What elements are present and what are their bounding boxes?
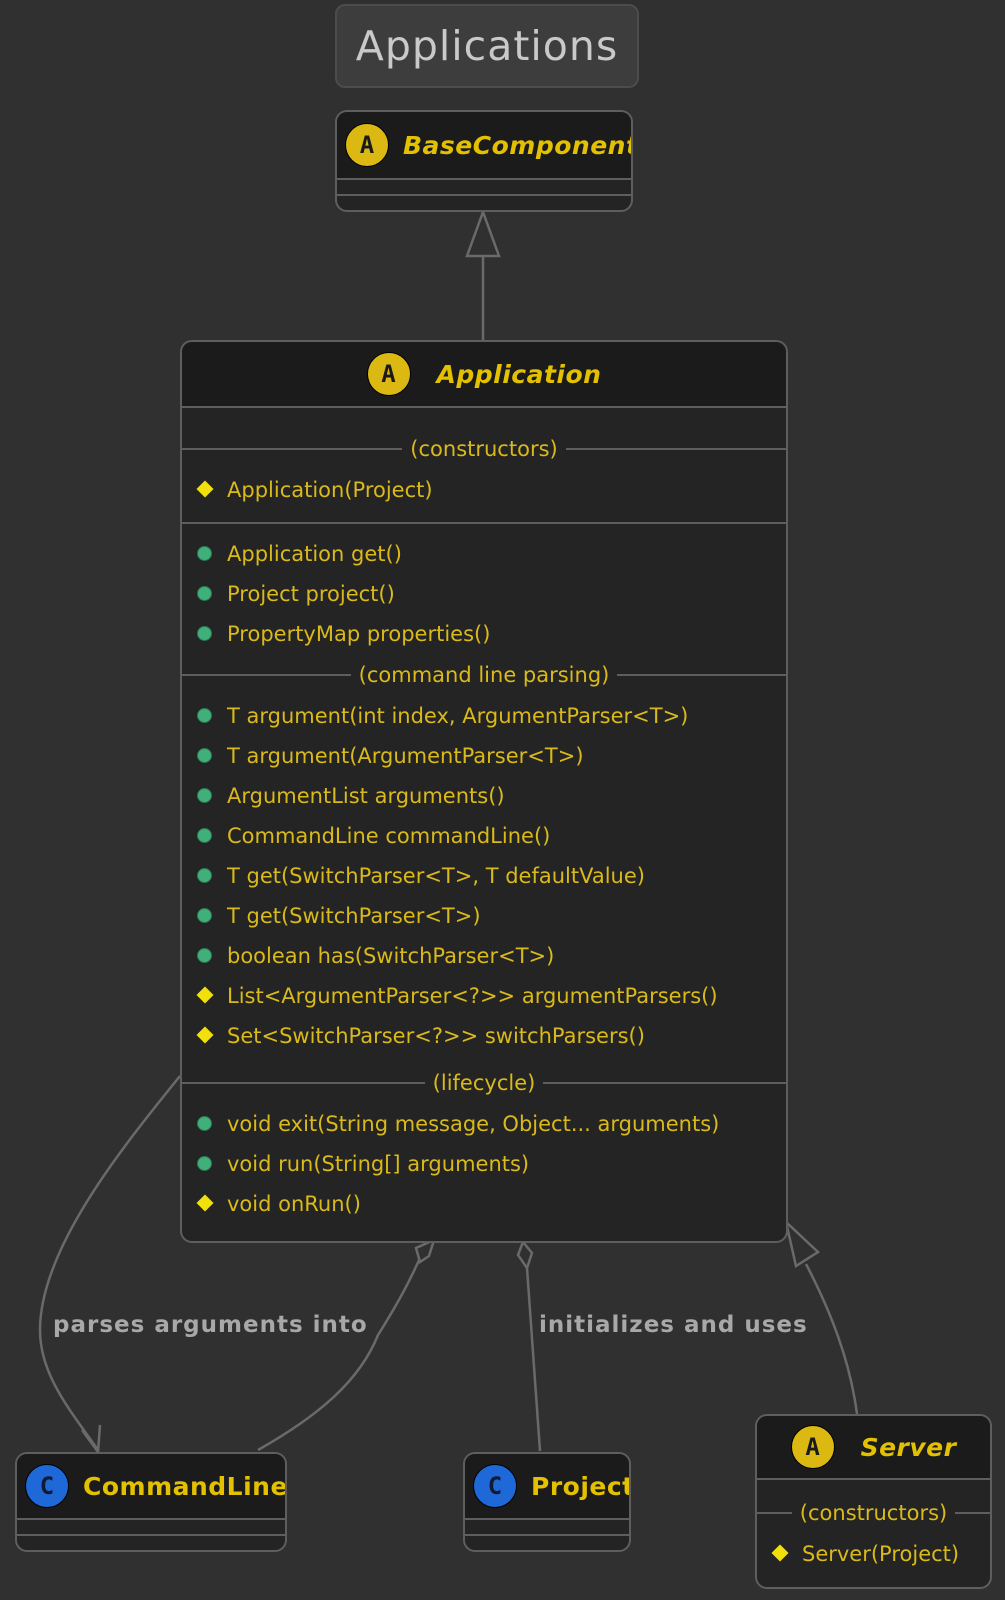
class-commandline[interactable]: C CommandLine — [15, 1452, 287, 1552]
inheritance-arrowhead — [465, 208, 501, 258]
abstract-class-icon: A — [345, 123, 389, 167]
member-row: T argument(ArgumentParser<T>) — [182, 736, 786, 776]
member-row: void exit(String message, Object... argu… — [182, 1104, 786, 1144]
member-row: Set<SwitchParser<?>> switchParsers() — [182, 1016, 786, 1056]
section-separator-lifecycle: (lifecycle) — [182, 1062, 786, 1104]
class-application[interactable]: A Application (constructors) Application… — [180, 340, 788, 1243]
member-row: T get(SwitchParser<T>) — [182, 896, 786, 936]
member-signature: T get(SwitchParser<T>) — [227, 904, 481, 928]
constructor-list: Server(Project) — [757, 1534, 990, 1574]
method-list: Application get() Project project() Proper… — [182, 534, 786, 654]
class-name: CommandLine — [83, 1471, 287, 1501]
protected-visibility-icon — [196, 986, 214, 1004]
member-signature: Server(Project) — [802, 1542, 960, 1566]
section-separator-command-line-parsing: (command line parsing) — [182, 654, 786, 696]
member-signature: T get(SwitchParser<T>, T defaultValue) — [227, 864, 645, 888]
member-row: T get(SwitchParser<T>, T defaultValue) — [182, 856, 786, 896]
aggregation-diamond — [414, 1237, 437, 1264]
public-visibility-icon — [197, 828, 212, 843]
class-basecomponent[interactable]: A BaseComponent — [335, 110, 633, 212]
member-signature: void onRun() — [227, 1192, 361, 1216]
member-row: Project project() — [182, 574, 786, 614]
public-visibility-icon — [197, 546, 212, 561]
edge-initializes-and-uses — [525, 1267, 542, 1452]
edge-label-parses: parses arguments into — [53, 1312, 368, 1338]
protected-visibility-icon — [771, 1544, 789, 1562]
member-signature: void exit(String message, Object... argu… — [227, 1112, 720, 1136]
public-visibility-icon — [197, 788, 212, 803]
public-visibility-icon — [197, 748, 212, 763]
member-signature: Set<SwitchParser<?>> switchParsers() — [227, 1024, 645, 1048]
member-row: boolean has(SwitchParser<T>) — [182, 936, 786, 976]
constructor-list: Application(Project) — [182, 470, 786, 510]
section-separator-constructors: (constructors) — [757, 1492, 990, 1534]
fields-section — [182, 408, 786, 428]
public-visibility-icon — [197, 708, 212, 723]
aggregation-diamond — [516, 1239, 534, 1271]
member-row: PropertyMap properties() — [182, 614, 786, 654]
package-title: Applications — [335, 4, 639, 88]
fields-section — [465, 1520, 629, 1536]
member-signature: T argument(int index, ArgumentParser<T>) — [227, 704, 689, 728]
method-list: T argument(int index, ArgumentParser<T>)… — [182, 696, 786, 1056]
abstract-class-icon: A — [790, 1425, 835, 1469]
public-visibility-icon — [197, 868, 212, 883]
member-signature: List<ArgumentParser<?>> argumentParsers(… — [227, 984, 718, 1008]
class-name: Server — [860, 1432, 957, 1462]
member-signature: T argument(ArgumentParser<T>) — [227, 744, 584, 768]
class-icon: C — [473, 1464, 517, 1508]
class-name: BaseComponent — [403, 130, 633, 160]
edge-label-initializes: initializes and uses — [539, 1312, 808, 1338]
public-visibility-icon — [197, 1156, 212, 1171]
public-visibility-icon — [197, 586, 212, 601]
public-visibility-icon — [197, 1116, 212, 1131]
member-signature: Application(Project) — [227, 478, 433, 502]
class-name: Project — [531, 1471, 631, 1501]
edge-server-extends-application — [804, 1263, 859, 1415]
member-row: Application get() — [182, 534, 786, 574]
member-signature: boolean has(SwitchParser<T>) — [227, 944, 555, 968]
member-signature: CommandLine commandLine() — [227, 824, 551, 848]
public-visibility-icon — [197, 948, 212, 963]
class-project[interactable]: C Project — [463, 1452, 631, 1552]
fields-section — [17, 1520, 285, 1536]
member-row: ArgumentList arguments() — [182, 776, 786, 816]
member-signature: void run(String[] arguments) — [227, 1152, 530, 1176]
member-row: List<ArgumentParser<?>> argumentParsers(… — [182, 976, 786, 1016]
protected-visibility-icon — [196, 1026, 214, 1044]
member-row: CommandLine commandLine() — [182, 816, 786, 856]
fields-section — [337, 180, 631, 196]
protected-visibility-icon — [196, 480, 214, 498]
edge-commandline-aggregation — [257, 1257, 422, 1452]
member-signature: Project project() — [227, 582, 395, 606]
member-row: void run(String[] arguments) — [182, 1144, 786, 1184]
public-visibility-icon — [197, 908, 212, 923]
member-row: Server(Project) — [757, 1534, 990, 1574]
member-signature: ArgumentList arguments() — [227, 784, 505, 808]
method-list: void exit(String message, Object... argu… — [182, 1104, 786, 1224]
member-row: T argument(int index, ArgumentParser<T>) — [182, 696, 786, 736]
protected-visibility-icon — [196, 1194, 214, 1212]
class-server[interactable]: A Server (constructors) Server(Project) — [755, 1414, 992, 1589]
class-name: Application — [436, 359, 602, 389]
member-signature: PropertyMap properties() — [227, 622, 491, 646]
inheritance-arrowhead — [783, 1218, 821, 1269]
abstract-class-icon: A — [366, 352, 411, 396]
member-row: void onRun() — [182, 1184, 786, 1224]
edge-parses-arguments — [38, 1075, 181, 1451]
section-separator-constructors: (constructors) — [182, 428, 786, 470]
member-row: Application(Project) — [182, 470, 786, 510]
member-signature: Application get() — [227, 542, 402, 566]
class-icon: C — [25, 1464, 69, 1508]
public-visibility-icon — [197, 626, 212, 641]
